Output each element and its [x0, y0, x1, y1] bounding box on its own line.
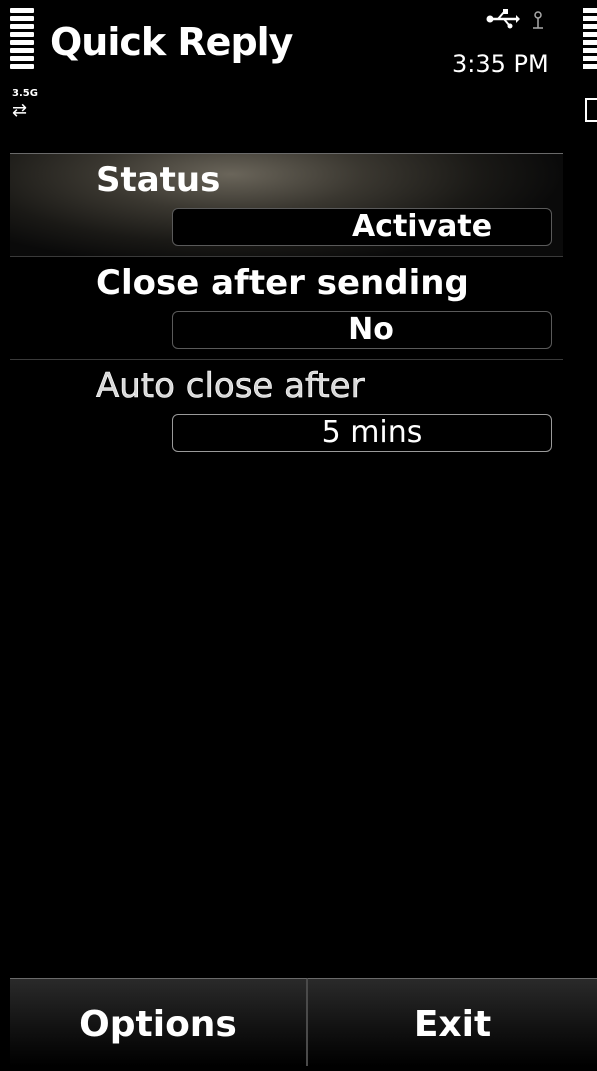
- data-transfer-icon: ⇄: [12, 100, 28, 121]
- settings-list: Status Activate Close after sending No A…: [10, 153, 563, 462]
- setting-value[interactable]: Activate: [172, 208, 552, 246]
- setting-auto-close-after[interactable]: Auto close after 5 mins: [10, 360, 563, 462]
- setting-status[interactable]: Status Activate: [10, 153, 563, 257]
- setting-value[interactable]: No: [172, 311, 552, 349]
- setting-label: Close after sending: [96, 263, 469, 303]
- options-softkey[interactable]: Options: [10, 978, 308, 1066]
- screen: 3.5G ⇄ Quick Reply 3:35 PM Status Activa…: [0, 0, 597, 1066]
- clock: 3:35 PM: [452, 50, 549, 78]
- connectivity-icon: [533, 11, 543, 29]
- usb-icon: [486, 9, 520, 29]
- setting-close-after-sending[interactable]: Close after sending No: [10, 257, 563, 360]
- setting-label: Auto close after: [96, 366, 365, 407]
- battery-icon: [585, 98, 597, 122]
- setting-value[interactable]: 5 mins: [172, 414, 552, 452]
- setting-label: Status: [96, 160, 221, 200]
- signal-strength-icon: [10, 8, 36, 78]
- network-type-label: 3.5G: [12, 88, 38, 99]
- app-title: Quick Reply: [50, 20, 293, 64]
- softkey-bar: Options Exit: [10, 978, 597, 1066]
- battery-level-icon: [583, 8, 597, 78]
- exit-softkey[interactable]: Exit: [308, 978, 597, 1066]
